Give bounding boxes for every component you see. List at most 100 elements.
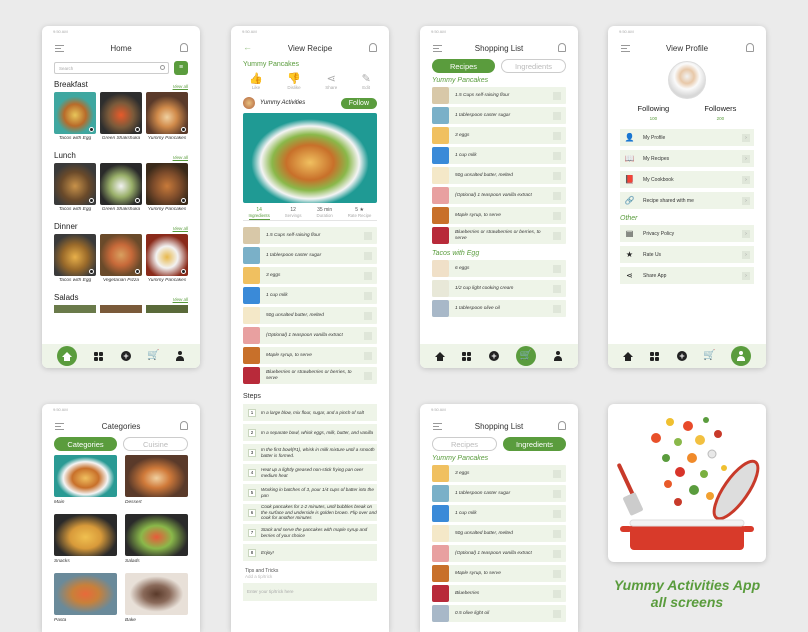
ingredient-checkbox[interactable] xyxy=(553,131,561,140)
profile-menu-item[interactable]: ★ Rate Us › xyxy=(620,246,754,263)
grid-icon[interactable] xyxy=(94,351,104,361)
recipe-card[interactable]: Tacos with Egg xyxy=(54,92,96,141)
add-icon[interactable]: + xyxy=(488,351,499,361)
ingredient-row[interactable]: 1 tablespoon caster sugar xyxy=(432,107,566,124)
cart-icon[interactable]: 🛒 xyxy=(703,351,715,361)
ingredient-row[interactable]: 1/2 cup light cooking cream xyxy=(432,280,566,297)
share-button[interactable]: ⋖ Share xyxy=(325,72,337,90)
ingredient-row[interactable]: 3 eggs xyxy=(432,465,566,482)
tab-categories[interactable]: Categories xyxy=(54,437,117,451)
ingredient-checkbox[interactable] xyxy=(553,191,561,200)
profile-menu-item[interactable]: ▤ Privacy Policy › xyxy=(620,225,754,242)
dislike-button[interactable]: 👎 Dislike xyxy=(287,72,301,90)
tab-recipes[interactable]: Recipes xyxy=(432,59,495,73)
ingredient-checkbox[interactable] xyxy=(553,91,561,100)
ingredient-checkbox[interactable] xyxy=(364,231,372,240)
ingredient-checkbox[interactable] xyxy=(553,211,561,220)
follow-button[interactable]: Follow xyxy=(340,97,377,109)
ingredient-row[interactable]: Blueberries xyxy=(432,585,566,602)
following-stat[interactable]: Following 100 xyxy=(638,104,670,121)
ingredient-checkbox[interactable] xyxy=(553,264,561,273)
bell-icon[interactable] xyxy=(369,43,377,52)
ingredient-row[interactable]: 50g unsalted butter, melted xyxy=(432,167,566,184)
ingredient-row[interactable]: (Optional) 1 teaspoon vanilla extract xyxy=(432,545,566,562)
profile-menu-item[interactable]: 📖 My Recipes › xyxy=(620,150,754,167)
add-icon[interactable]: + xyxy=(120,351,131,361)
ingredient-checkbox[interactable] xyxy=(553,111,561,120)
category-card[interactable]: Dessert xyxy=(125,455,188,514)
ingredient-checkbox[interactable] xyxy=(553,529,561,538)
ingredient-row[interactable]: 1 tablespoon caster sugar xyxy=(243,247,377,264)
user-icon[interactable] xyxy=(731,346,752,366)
bell-icon[interactable] xyxy=(746,43,754,52)
view-all-link[interactable]: View all xyxy=(173,84,188,89)
view-all-link[interactable]: View all xyxy=(173,155,188,160)
tab-recipes[interactable]: Recipes xyxy=(432,437,497,451)
ingredient-row[interactable]: 3 eggs xyxy=(243,267,377,284)
ingredient-checkbox[interactable] xyxy=(364,371,372,380)
grid-icon[interactable] xyxy=(462,351,472,361)
ingredient-row[interactable]: 6 eggs xyxy=(432,260,566,277)
bell-icon[interactable] xyxy=(180,43,188,52)
ingredient-checkbox[interactable] xyxy=(553,509,561,518)
ingredient-row[interactable]: 1.5 Cups self-raising flour xyxy=(432,87,566,104)
ingredient-checkbox[interactable] xyxy=(553,231,561,240)
recipe-card[interactable]: Yummy Pancakes xyxy=(146,163,188,212)
home-icon[interactable] xyxy=(434,351,445,361)
home-icon[interactable] xyxy=(622,351,633,361)
menu-icon[interactable] xyxy=(433,45,442,52)
profile-menu-item[interactable]: 📕 My Cookbook › xyxy=(620,171,754,188)
ingredient-row[interactable]: 1 cup milk xyxy=(432,147,566,164)
ingredient-row[interactable]: Maple syrup, to serve xyxy=(432,565,566,582)
tab-cuisine[interactable]: Cuisine xyxy=(123,437,188,451)
category-card[interactable]: Pasta xyxy=(54,573,117,632)
view-all-link[interactable]: View all xyxy=(173,297,188,302)
stat-ingredients[interactable]: 14 Ingredients xyxy=(248,207,270,220)
profile-menu-item[interactable]: 👤 My Profile › xyxy=(620,129,754,146)
recipe-card[interactable]: Yummy Pancakes xyxy=(146,92,188,141)
recipe-card[interactable]: Green Shakshuka xyxy=(100,92,142,141)
edit-button[interactable]: ✎ Edit xyxy=(362,72,371,90)
followers-stat[interactable]: Followers 200 xyxy=(704,104,736,121)
menu-icon[interactable] xyxy=(433,423,442,430)
ingredient-row[interactable]: (Optional) 1 teaspoon vanilla extract xyxy=(243,327,377,344)
ingredient-checkbox[interactable] xyxy=(553,589,561,598)
ingredient-checkbox[interactable] xyxy=(553,284,561,293)
recipe-card[interactable]: Green Shakshuka xyxy=(100,163,142,212)
ingredient-checkbox[interactable] xyxy=(553,549,561,558)
user-icon[interactable] xyxy=(553,351,563,361)
ingredient-row[interactable]: 1 tablespoon caster sugar xyxy=(432,485,566,502)
grid-icon[interactable] xyxy=(650,351,660,361)
recipe-card[interactable]: Yummy Pancakes xyxy=(146,234,188,283)
ingredient-row[interactable]: 0.5 olive light oil xyxy=(432,605,566,622)
ingredient-checkbox[interactable] xyxy=(553,489,561,498)
user-icon[interactable] xyxy=(175,351,185,361)
profile-menu-item[interactable]: ⋖ Share App › xyxy=(620,267,754,284)
recipe-card[interactable]: Tacos with Egg xyxy=(54,163,96,212)
author-name[interactable]: Yummy Activities xyxy=(260,100,341,106)
tab-ingredients[interactable]: Ingredients xyxy=(501,59,566,73)
cart-icon[interactable]: 🛒 xyxy=(516,346,537,366)
category-card[interactable]: Snacks xyxy=(54,514,117,573)
bell-icon[interactable] xyxy=(558,43,566,52)
view-all-link[interactable]: View all xyxy=(173,226,188,231)
ingredient-checkbox[interactable] xyxy=(364,251,372,260)
ingredient-checkbox[interactable] xyxy=(553,171,561,180)
ingredient-checkbox[interactable] xyxy=(553,304,561,313)
search-input[interactable]: Search xyxy=(54,62,169,74)
bell-icon[interactable] xyxy=(558,421,566,430)
category-card[interactable]: Bake xyxy=(125,573,188,632)
ingredient-checkbox[interactable] xyxy=(364,351,372,360)
ingredient-row[interactable]: (Optional) 1 teaspoon vanilla extract xyxy=(432,187,566,204)
ingredient-checkbox[interactable] xyxy=(364,291,372,300)
home-icon[interactable] xyxy=(56,346,77,366)
ingredient-row[interactable]: 1 tablespoon olive oil xyxy=(432,300,566,317)
profile-menu-item[interactable]: 🔗 Recipe shared with me › xyxy=(620,192,754,209)
menu-icon[interactable] xyxy=(55,423,64,430)
ingredient-row[interactable]: 50g unsalted butter, melted xyxy=(243,307,377,324)
add-icon[interactable]: + xyxy=(676,351,687,361)
ingredient-row[interactable]: Maple syrup, to serve xyxy=(243,347,377,364)
ingredient-checkbox[interactable] xyxy=(364,311,372,320)
ingredient-checkbox[interactable] xyxy=(553,569,561,578)
ingredient-checkbox[interactable] xyxy=(553,151,561,160)
